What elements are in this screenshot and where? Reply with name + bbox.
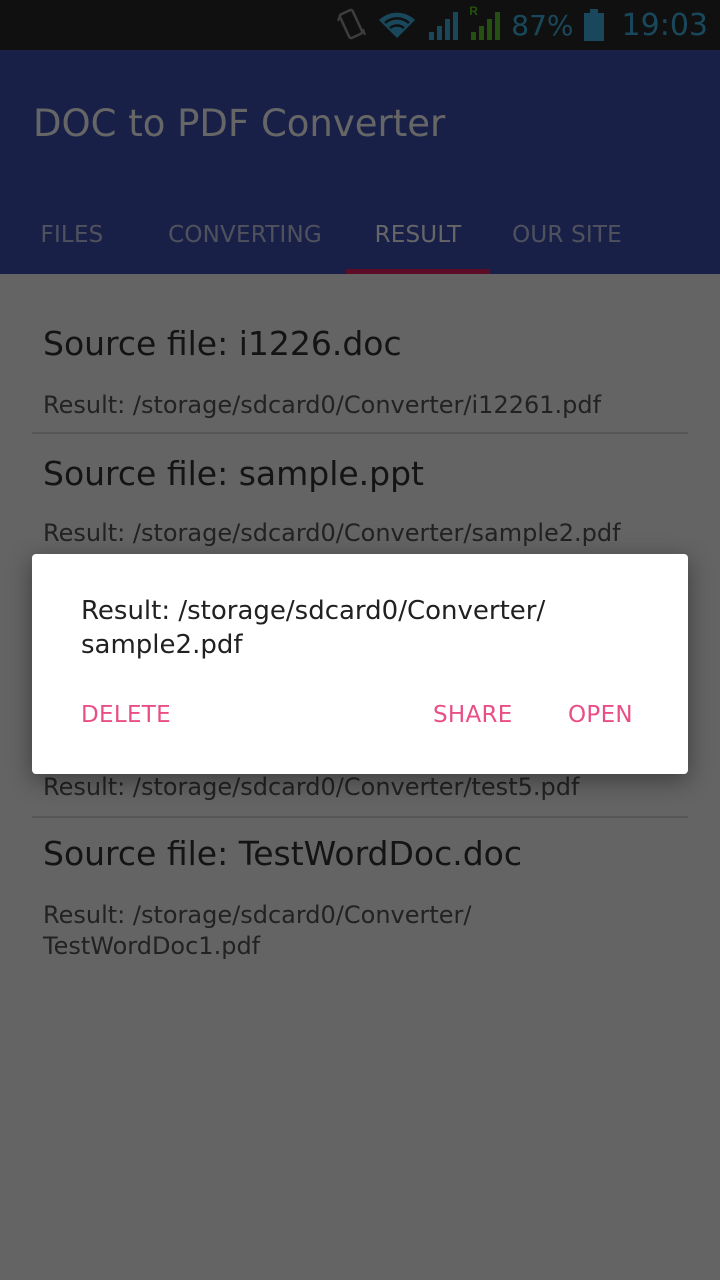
open-button[interactable]: OPEN [568,702,633,728]
dialog-message: Result: /storage/sdcard0/Converter/ samp… [81,596,546,660]
result-dialog: Result: /storage/sdcard0/Converter/ samp… [32,554,688,774]
share-button[interactable]: SHARE [433,702,513,728]
delete-button[interactable]: DELETE [81,702,171,728]
